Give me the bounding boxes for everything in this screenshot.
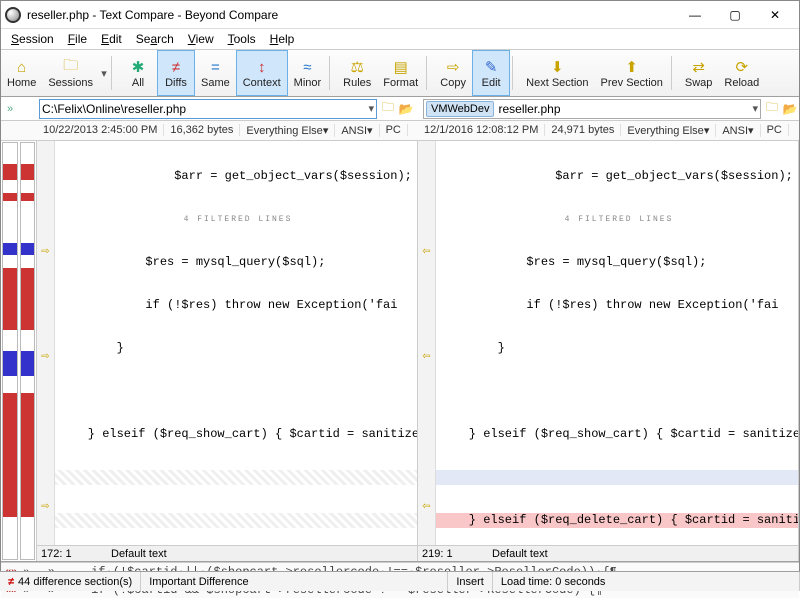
next-section-button[interactable]: ⬇Next Section bbox=[520, 50, 594, 96]
rules-button[interactable]: ⚖Rules bbox=[337, 50, 377, 96]
window-title: reseller.php - Text Compare - Beyond Com… bbox=[27, 8, 675, 22]
home-button[interactable]: ⌂Home bbox=[1, 50, 42, 96]
right-section-label: Default text bbox=[462, 548, 798, 560]
format-icon: ▤ bbox=[391, 57, 411, 77]
menu-file[interactable]: File bbox=[62, 30, 93, 48]
menu-search[interactable]: Search bbox=[130, 30, 180, 48]
sessions-dropdown[interactable]: ▾ bbox=[99, 50, 109, 96]
home-icon: ⌂ bbox=[12, 57, 32, 77]
chevron-down-icon[interactable]: ▾ bbox=[368, 102, 374, 115]
right-pane: ⇦ ⇦ ⇦ $arr = get_object_vars($session); … bbox=[418, 141, 799, 561]
right-cursor-pos: 219: 1 bbox=[418, 548, 462, 560]
menu-view[interactable]: View bbox=[182, 30, 220, 48]
menu-help[interactable]: Help bbox=[264, 30, 301, 48]
right-code[interactable]: $arr = get_object_vars($session); 4 FILT… bbox=[436, 141, 798, 545]
right-volume-label: VMWebDev bbox=[426, 101, 494, 117]
edit-icon: ✎ bbox=[481, 57, 501, 77]
status-count: 44 difference section(s) bbox=[18, 576, 132, 588]
same-button[interactable]: =Same bbox=[195, 50, 236, 96]
minor-button[interactable]: ≈Minor bbox=[288, 50, 328, 96]
right-filter[interactable]: Everything Else ▾ bbox=[621, 124, 716, 137]
all-icon: ✱ bbox=[128, 57, 148, 77]
right-browse-button[interactable]: 📂 bbox=[781, 100, 799, 118]
status-load: Load time: 0 seconds bbox=[493, 572, 800, 591]
diffs-button[interactable]: ≠Diffs bbox=[157, 50, 195, 96]
edit-button[interactable]: ✎Edit bbox=[472, 50, 510, 96]
right-encoding[interactable]: ANSI ▾ bbox=[716, 124, 760, 137]
copy-button[interactable]: ⇨Copy bbox=[434, 50, 472, 96]
left-pane: ⇨ ⇨ ⇨ $arr = get_object_vars($session); … bbox=[37, 141, 418, 561]
thumbnail-overview[interactable] bbox=[1, 141, 37, 561]
swap-icon: ⇄ bbox=[689, 57, 709, 77]
right-gutter[interactable]: ⇦ ⇦ ⇦ bbox=[418, 141, 436, 545]
status-mode: Insert bbox=[448, 572, 493, 591]
right-eol: PC bbox=[761, 124, 789, 136]
left-eol: PC bbox=[380, 124, 408, 136]
reload-button[interactable]: ⟳Reload bbox=[718, 50, 765, 96]
minor-icon: ≈ bbox=[297, 57, 317, 77]
left-date: 10/22/2013 2:45:00 PM bbox=[37, 124, 164, 136]
minimize-button[interactable]: — bbox=[675, 3, 715, 27]
left-code[interactable]: $arr = get_object_vars($session); 4 FILT… bbox=[55, 141, 417, 545]
context-button[interactable]: ↕Context bbox=[236, 50, 288, 96]
right-open-button[interactable]: 🗀 bbox=[763, 100, 781, 118]
left-open-button[interactable]: 🗀 bbox=[379, 100, 397, 118]
context-icon: ↕ bbox=[252, 57, 272, 77]
left-gutter[interactable]: ⇨ ⇨ ⇨ bbox=[37, 141, 55, 545]
status-bar: ≠ 44 difference section(s) Important Diff… bbox=[0, 571, 800, 591]
left-section-label: Default text bbox=[81, 548, 417, 560]
diffs-icon: ≠ bbox=[166, 57, 186, 77]
copy-icon: ⇨ bbox=[443, 57, 463, 77]
chevron-down-icon[interactable]: ▾ bbox=[752, 102, 758, 115]
rules-icon: ⚖ bbox=[347, 57, 367, 77]
down-icon: ⬇ bbox=[547, 57, 567, 77]
left-bytes: 16,362 bytes bbox=[164, 124, 240, 136]
left-path-input[interactable]: ▾ bbox=[39, 99, 377, 119]
menu-tools[interactable]: Tools bbox=[222, 30, 262, 48]
reload-icon: ⟳ bbox=[732, 57, 752, 77]
up-icon: ⬆ bbox=[622, 57, 642, 77]
left-diff-arrow-icon[interactable]: » bbox=[1, 103, 19, 115]
right-bytes: 24,971 bytes bbox=[545, 124, 621, 136]
app-icon bbox=[5, 7, 21, 23]
menu-session[interactable]: Session bbox=[5, 30, 60, 48]
prev-section-button[interactable]: ⬆Prev Section bbox=[595, 50, 669, 96]
all-button[interactable]: ✱All bbox=[119, 50, 157, 96]
diff-marker-icon: ≠ bbox=[8, 576, 14, 588]
sessions-button[interactable]: 🗀Sessions bbox=[42, 50, 99, 96]
close-button[interactable]: ✕ bbox=[755, 3, 795, 27]
toolbar: ⌂Home 🗀Sessions ▾ ✱All ≠Diffs =Same ↕Con… bbox=[1, 49, 799, 97]
right-date: 12/1/2016 12:08:12 PM bbox=[418, 124, 545, 136]
left-browse-button[interactable]: 📂 bbox=[397, 100, 415, 118]
left-encoding[interactable]: ANSI ▾ bbox=[335, 124, 379, 137]
same-icon: = bbox=[205, 57, 225, 77]
menubar: Session File Edit Search View Tools Help bbox=[1, 29, 799, 49]
left-cursor-pos: 172: 1 bbox=[37, 548, 81, 560]
maximize-button[interactable]: ▢ bbox=[715, 3, 755, 27]
status-type: Important Difference bbox=[141, 572, 448, 591]
left-filter[interactable]: Everything Else ▾ bbox=[240, 124, 335, 137]
swap-button[interactable]: ⇄Swap bbox=[679, 50, 719, 96]
menu-edit[interactable]: Edit bbox=[95, 30, 128, 48]
format-button[interactable]: ▤Format bbox=[377, 50, 424, 96]
right-path-input[interactable]: VMWebDev ▾ bbox=[423, 99, 761, 119]
folder-icon: 🗀 bbox=[61, 57, 81, 77]
